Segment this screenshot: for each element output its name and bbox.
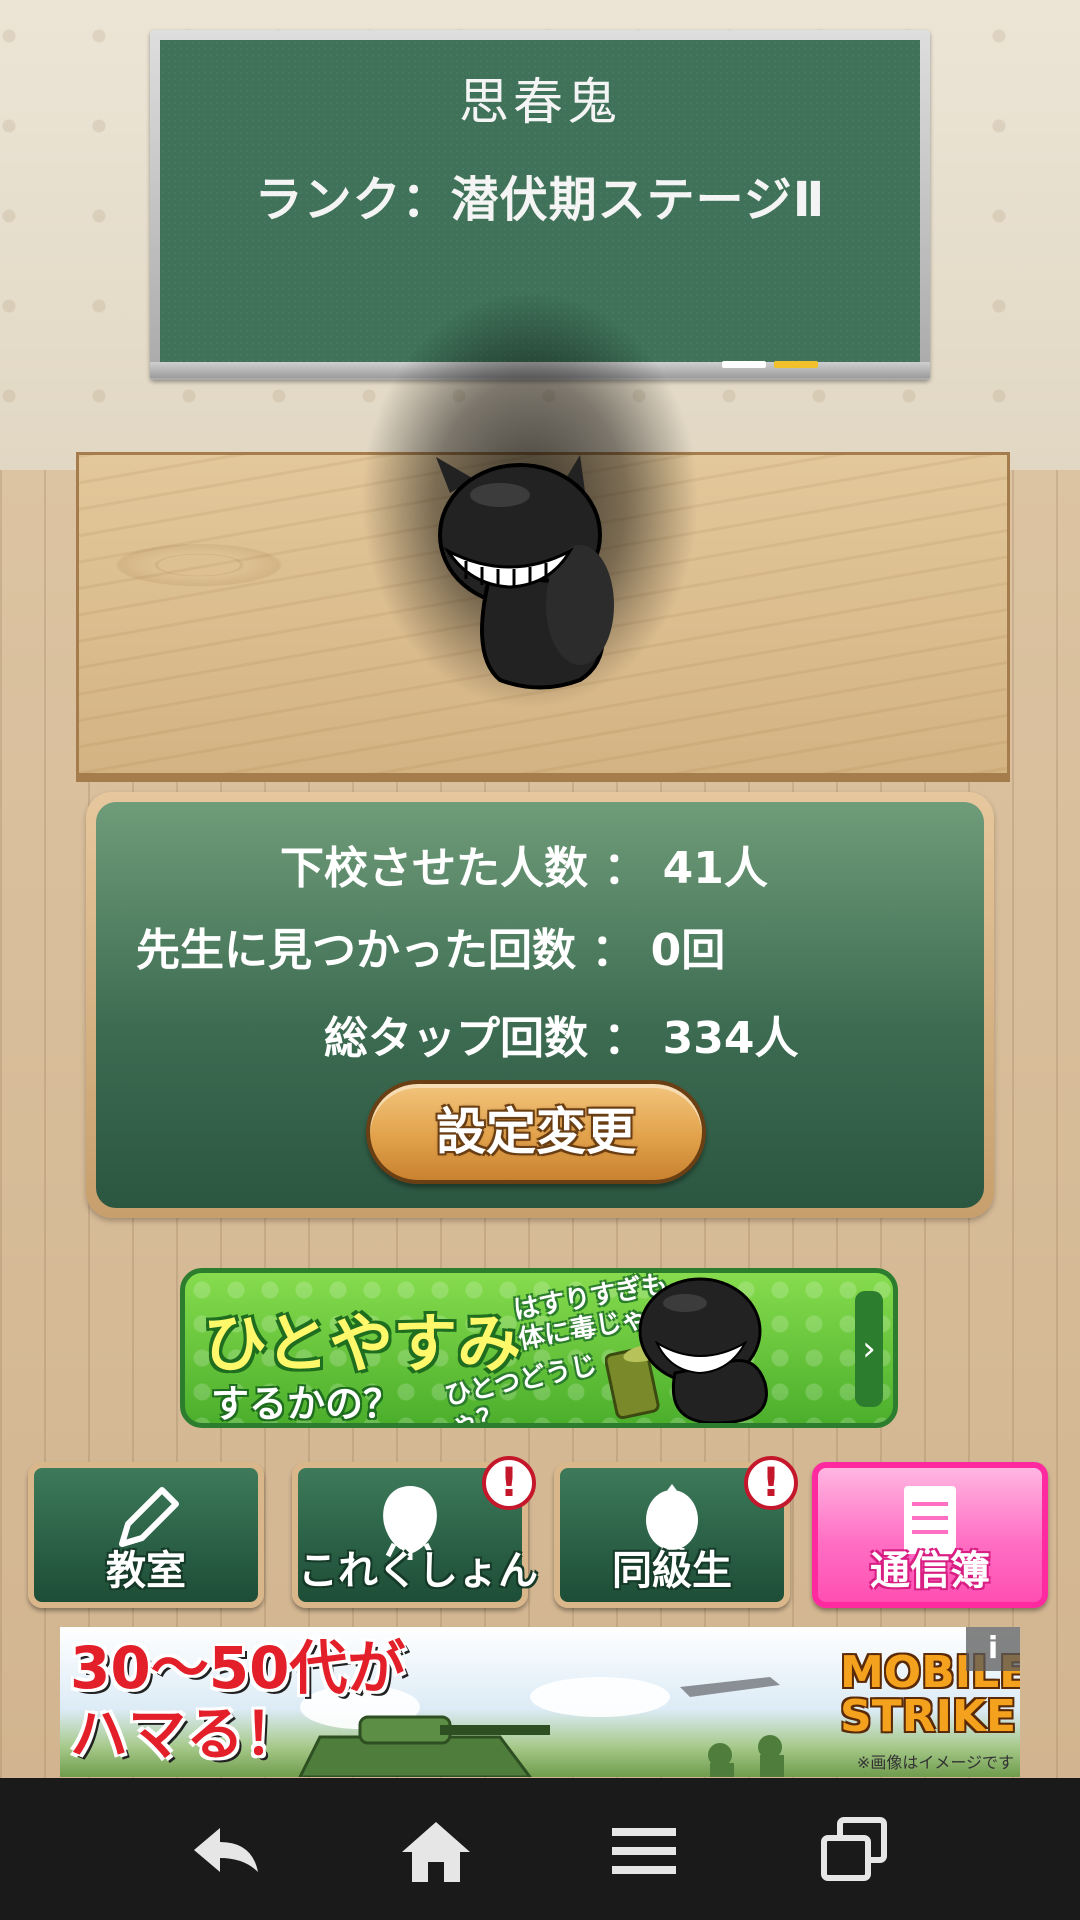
ad-headline-line1: 30～50代が <box>70 1634 406 1702</box>
banner-subtitle: するかの？ <box>211 1382 402 1426</box>
stat-value: 0回 <box>650 925 726 976</box>
character-name: 思春鬼 <box>459 73 621 131</box>
recent-apps-icon[interactable] <box>814 1816 894 1886</box>
menu-icon[interactable] <box>604 1816 684 1886</box>
rest-banner[interactable]: ひとやすみ するかの？ はすりすぎも体に毒じゃ ひとつどうじゃ？ › <box>180 1268 898 1428</box>
home-icon[interactable] <box>396 1816 476 1886</box>
stat-value: 41人 <box>662 843 768 894</box>
stats-panel: 下校させた人数 ： 41人 先生に見つかった回数 ： 0回 総タップ回数 ： 3… <box>96 802 984 1208</box>
ad-headline-line2: ハマる！ <box>70 1700 303 1768</box>
yellow-chalk-icon <box>774 361 818 368</box>
nav-label: 同級生 <box>612 1548 732 1594</box>
nav-label: これくしょん <box>298 1548 538 1594</box>
nav-label: 通信簿 <box>870 1548 990 1594</box>
stat-value: 334人 <box>662 1013 799 1064</box>
alert-badge-icon: ! <box>744 1456 798 1510</box>
monster-with-tea-icon <box>605 1277 768 1423</box>
stat-label: 総タップ回数 <box>324 1013 588 1064</box>
stat-total-taps: 総タップ回数 ： 334人 <box>324 1002 799 1066</box>
nav-report-card-button[interactable]: 通信簿 <box>812 1462 1048 1608</box>
stat-separator: ： <box>603 1013 648 1064</box>
ad-info-icon[interactable]: i <box>966 1627 1020 1671</box>
stat-caught-by-teacher: 先生に見つかった回数 ： 0回 <box>136 914 725 978</box>
shishunki-monster-icon[interactable] <box>430 455 650 695</box>
chevron-right-icon: › <box>855 1291 883 1407</box>
alert-badge-icon: ! <box>482 1456 536 1510</box>
ad-brand-line2: STRIKE <box>840 1691 1017 1742</box>
back-icon[interactable] <box>186 1816 266 1886</box>
advertisement-banner[interactable]: 30～50代が ハマる！ MOBILE STRIKE ※画像はイメージです i <box>60 1627 1020 1777</box>
stat-separator: ： <box>591 925 636 976</box>
ad-disclaimer: ※画像はイメージです <box>856 1753 1014 1772</box>
stat-separator: ： <box>603 843 648 894</box>
ad-headline: 30～50代が ハマる！ <box>70 1635 405 1767</box>
nav-classroom-button[interactable]: 教室 <box>28 1462 264 1608</box>
nav-collection-button[interactable]: これくしょん ! <box>292 1456 538 1608</box>
character-rank: ランク：潜伏期ステージⅡ <box>254 172 826 228</box>
white-chalk-icon <box>722 361 766 368</box>
settings-change-button[interactable]: 設定変更 <box>366 1080 706 1184</box>
stat-label: 先生に見つかった回数 <box>136 925 576 976</box>
stat-label: 下校させた人数 <box>280 843 588 894</box>
nav-classmates-button[interactable]: 同級生 ! <box>554 1456 798 1608</box>
banner-title: ひとやすみ <box>203 1308 522 1382</box>
stat-students-sent-home: 下校させた人数 ： 41人 <box>280 832 768 896</box>
system-navigation-bar <box>0 1778 1080 1920</box>
nav-label: 教室 <box>106 1548 186 1594</box>
